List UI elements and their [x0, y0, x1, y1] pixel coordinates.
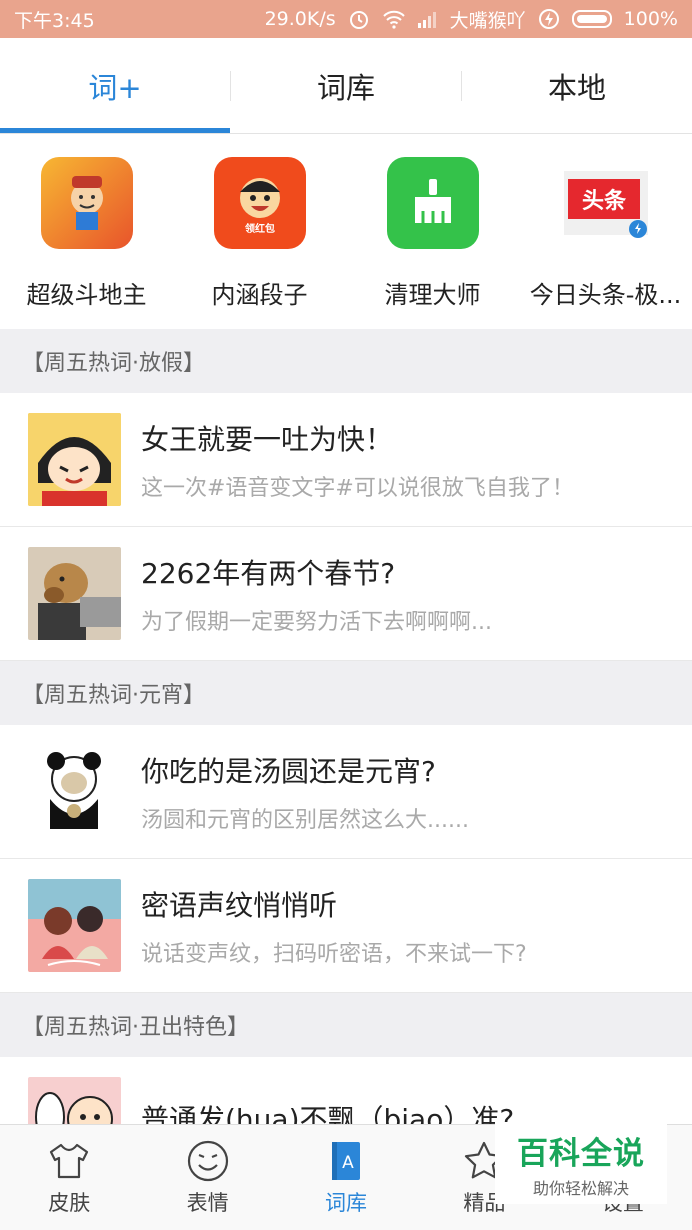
top-tabs: 词+ 词库 本地: [0, 38, 692, 134]
svg-text:头条: 头条: [581, 188, 626, 214]
watermark-subtitle: 助你轻松解决: [532, 1178, 629, 1198]
section-header: 【周五热词·丑出特色】: [0, 993, 692, 1057]
carrier-name: 大嘴猴吖: [449, 9, 526, 32]
panda-meme-thumbnail: [28, 745, 121, 838]
item-text: 普通发(hua)不飘（biao）准?: [141, 1098, 514, 1125]
list-item[interactable]: 女王就要一吐为快！ 这一次#语音变文字#可以说很放飞自我了！: [0, 393, 692, 527]
item-subtitle: 为了假期一定要努力活下去啊啊啊...: [141, 609, 492, 635]
app-toutiao[interactable]: 头条 今日头条-极...: [519, 135, 692, 329]
list-item[interactable]: 你吃的是汤圆还是元宵? 汤圆和元宵的区别居然这么大......: [0, 725, 692, 859]
nav-dictionary[interactable]: A 词库: [277, 1125, 415, 1230]
watermark-logo: 百科全说 助你轻松解决: [495, 1122, 667, 1204]
recommended-apps: 超级斗地主 领红包 内涵段子 清理大师 头条 今日头条-极...: [0, 135, 692, 329]
app-label: 清理大师: [384, 281, 481, 309]
app-label: 内涵段子: [211, 281, 308, 309]
battery-icon: [571, 10, 612, 28]
tshirt-icon: [50, 1143, 89, 1178]
list-item[interactable]: 2262年有两个春节? 为了假期一定要努力活下去啊啊啊...: [0, 527, 692, 661]
signal-icon: [416, 8, 438, 30]
charging-icon: [538, 8, 560, 30]
nav-label: 皮肤: [48, 1190, 91, 1215]
doudizhu-app-icon: [40, 157, 133, 249]
neihan-app-icon: 领红包: [213, 157, 306, 249]
nav-skin[interactable]: 皮肤: [0, 1125, 138, 1230]
watermark-title: 百科全说: [517, 1135, 645, 1172]
item-subtitle: 说话变声纹，扫码听密语，不来试一下?: [141, 941, 527, 967]
item-text: 2262年有两个春节? 为了假期一定要努力活下去啊啊啊...: [141, 552, 492, 636]
status-right: 29.0K/s 大嘴猴吖 100%: [265, 6, 678, 33]
item-text: 你吃的是汤圆还是元宵? 汤圆和元宵的区别居然这么大......: [141, 750, 469, 834]
smiley-icon: [187, 1140, 228, 1181]
app-neihan[interactable]: 领红包 内涵段子: [173, 135, 346, 329]
tab-ciku[interactable]: 词库: [231, 38, 461, 133]
item-subtitle: 汤圆和元宵的区别居然这么大......: [141, 807, 469, 833]
svg-text:A: A: [342, 1153, 354, 1173]
hot-words-list: 【周五热词·放假】 女王就要一吐为快！ 这一次#语音变文字#可以说很放飞自我了！…: [0, 329, 692, 1124]
nav-emoji[interactable]: 表情: [138, 1125, 276, 1230]
item-text: 女王就要一吐为快！ 这一次#语音变文字#可以说很放飞自我了！: [141, 418, 574, 502]
item-title: 你吃的是汤圆还是元宵?: [141, 754, 436, 788]
section-header: 【周五热词·元宵】: [0, 661, 692, 725]
couple-thumbnail: [28, 879, 121, 972]
section-header: 【周五热词·放假】: [0, 329, 692, 393]
dictionary-icon: A: [332, 1141, 361, 1180]
maruko-thumbnail: [28, 413, 121, 506]
cartoon-thumbnail: [28, 1077, 121, 1124]
svg-text:领红包: 领红包: [245, 222, 275, 235]
item-title: 女王就要一吐为快！: [141, 422, 394, 456]
app-label: 今日头条-极...: [529, 281, 682, 309]
item-title: 2262年有两个春节?: [141, 556, 396, 590]
nav-label: 词库: [325, 1190, 368, 1215]
item-title: 密语声纹悄悄听: [141, 888, 338, 922]
broom-icon: [386, 157, 479, 249]
list-item[interactable]: 普通发(hua)不飘（biao）准?: [0, 1057, 692, 1124]
tab-local[interactable]: 本地: [462, 38, 692, 133]
battery-level: 100%: [623, 8, 678, 30]
status-time: 下午3:45: [14, 9, 95, 32]
dog-thumbnail: [28, 547, 121, 640]
toutiao-app-icon: 头条: [559, 157, 652, 249]
nav-label: 表情: [186, 1190, 229, 1215]
wifi-icon: [382, 8, 405, 30]
item-text: 密语声纹悄悄听 说话变声纹，扫码听密语，不来试一下?: [141, 884, 527, 968]
list-item[interactable]: 密语声纹悄悄听 说话变声纹，扫码听密语，不来试一下?: [0, 859, 692, 993]
app-label: 超级斗地主: [26, 281, 147, 309]
app-cleaner[interactable]: 清理大师: [346, 135, 519, 329]
item-title: 普通发(hua)不飘（biao）准?: [141, 1102, 515, 1125]
tab-ci-plus[interactable]: 词+: [0, 38, 230, 133]
app-doudizhu[interactable]: 超级斗地主: [0, 135, 173, 329]
alarm-icon: [348, 8, 370, 30]
network-speed: 29.0K/s: [264, 8, 336, 30]
item-subtitle: 这一次#语音变文字#可以说很放飞自我了！: [141, 475, 574, 501]
status-bar: 下午3:45 29.0K/s 大嘴猴吖 100%: [0, 0, 692, 38]
